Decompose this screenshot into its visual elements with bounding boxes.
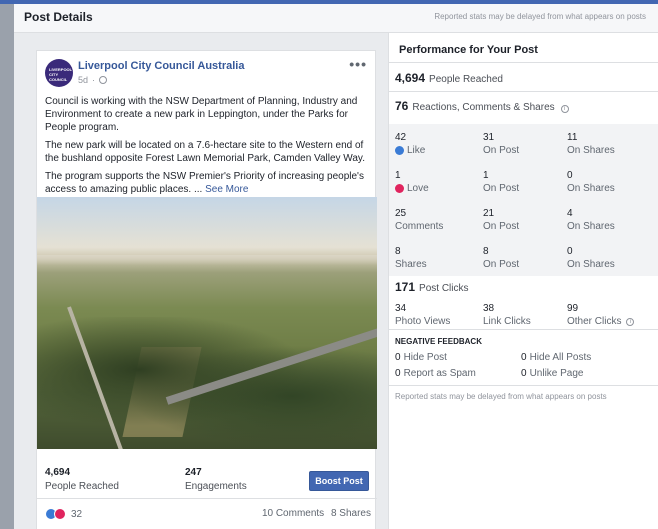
shares-total: 8 Shares xyxy=(395,246,427,270)
post-paragraph: Council is working with the NSW Departme… xyxy=(45,96,358,133)
reactions-breakdown: 42 Like 31 On Post 11 On Shares 1 Love 1… xyxy=(389,124,658,276)
unlike-page-stat: 0 Unlike Page xyxy=(521,368,584,379)
post-footer: 32 10 Comments 8 Shares xyxy=(37,499,377,529)
post-stats: 4,694 People Reached 247 Engagements Boo… xyxy=(37,449,377,499)
reactions-total: 76 Reactions, Comments & Shares i xyxy=(395,99,569,113)
post-text: Council is working with the NSW Departme… xyxy=(45,95,371,201)
hide-post-stat: 0 Hide Post xyxy=(395,352,447,363)
comments-total: 25 Comments xyxy=(395,208,444,232)
see-more-link[interactable]: See More xyxy=(205,184,248,195)
like-on-post: 31 On Post xyxy=(483,132,520,156)
page-name-link[interactable]: Liverpool City Council Australia xyxy=(78,60,244,72)
love-icon xyxy=(54,508,66,520)
header-delay-note: Reported stats may be delayed from what … xyxy=(434,12,646,21)
post-paragraph: The program supports the NSW Premier's P… xyxy=(45,171,364,195)
dialog-title: Post Details xyxy=(24,10,93,24)
shares-count-link[interactable]: 8 Shares xyxy=(331,508,371,519)
other-clicks: 99 Other Clicks i xyxy=(567,303,635,327)
performance-title: Performance for Your Post xyxy=(399,44,538,56)
shares-on-post: 8 On Post xyxy=(483,246,520,270)
reactions-summary[interactable]: 32 xyxy=(45,508,82,520)
performance-panel: Performance for Your Post 4,694 People R… xyxy=(388,33,658,529)
comments-on-shares: 4 On Shares xyxy=(567,208,615,232)
dialog-header: Post Details Reported stats may be delay… xyxy=(14,4,658,33)
post-paragraph: The new park will be located on a 7.6-he… xyxy=(45,140,365,164)
post-photo[interactable] xyxy=(37,197,377,449)
like-icon xyxy=(395,146,404,155)
people-reached-total: 4,694 People Reached xyxy=(395,71,503,85)
report-spam-stat: 0 Report as Spam xyxy=(395,368,476,379)
post-meta: 5d · xyxy=(78,75,108,85)
comments-on-post: 21 On Post xyxy=(483,208,520,232)
post-time[interactable]: 5d xyxy=(78,75,88,85)
love-total: 1 Love xyxy=(395,170,429,194)
page-avatar[interactable]: LIVERPOOL CITY COUNCIL xyxy=(45,59,73,87)
people-reached-stat: 4,694 People Reached xyxy=(45,467,119,492)
comments-count-link[interactable]: 10 Comments xyxy=(262,508,324,519)
like-total: 42 Like xyxy=(395,132,426,156)
hide-all-posts-stat: 0 Hide All Posts xyxy=(521,352,592,363)
info-icon[interactable]: i xyxy=(560,105,569,113)
link-clicks: 38 Link Clicks xyxy=(483,303,531,327)
post-details-dialog: Post Details Reported stats may be delay… xyxy=(14,4,658,529)
photo-views: 34 Photo Views xyxy=(395,303,451,327)
love-icon xyxy=(395,184,404,193)
love-on-shares: 0 On Shares xyxy=(567,170,615,194)
panel-delay-note: Reported stats may be delayed from what … xyxy=(395,392,607,401)
post-card: LIVERPOOL CITY COUNCIL Liverpool City Co… xyxy=(36,50,377,529)
like-on-shares: 11 On Shares xyxy=(567,132,615,156)
post-clicks-total: 171 Post Clicks xyxy=(395,280,469,294)
reactions-count: 32 xyxy=(71,508,83,520)
info-icon[interactable]: i xyxy=(626,317,635,326)
engagements-stat[interactable]: 247 Engagements xyxy=(185,467,247,492)
globe-icon xyxy=(99,76,108,84)
boost-post-button[interactable]: Boost Post xyxy=(309,471,369,491)
love-on-post: 1 On Post xyxy=(483,170,520,194)
more-dots-icon[interactable]: ••• xyxy=(349,56,367,72)
negative-feedback-heading: NEGATIVE FEEDBACK xyxy=(395,337,482,346)
shares-on-shares: 0 On Shares xyxy=(567,246,615,270)
